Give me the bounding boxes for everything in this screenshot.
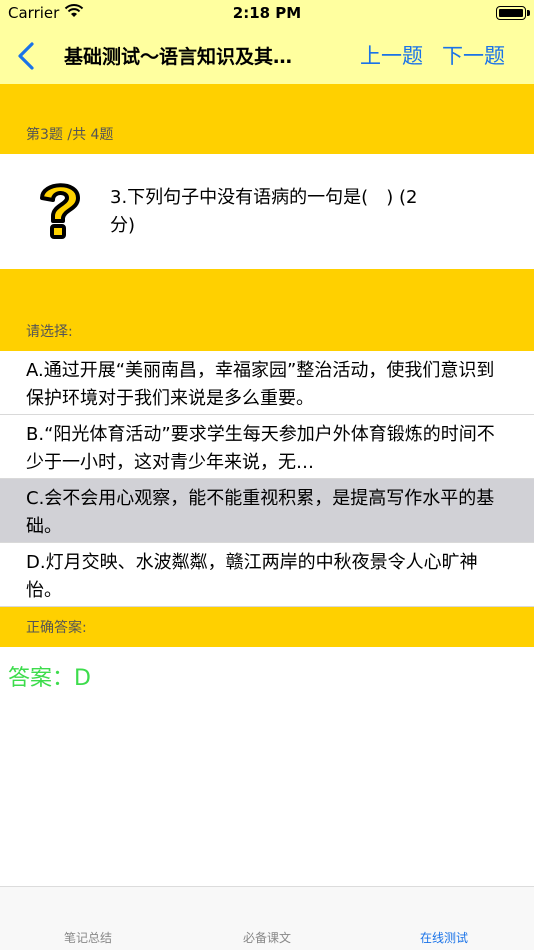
option-b[interactable]: B.“阳光体育活动”要求学生每天参加户外体育锻炼的时间不少于一小时，这对青少年来… [0,415,534,479]
progress-label: 第3题 /共 4题 [26,127,114,143]
choose-band: 请选择: [0,269,534,351]
option-c[interactable]: C.会不会用心观察，能不能重视积累，是提高写作水平的基础。 [0,479,534,543]
prev-question-button[interactable]: 上一题 [360,40,423,70]
options-list: A.通过开展“美丽南昌，幸福家园”整治活动，使我们意识到保护环境对于我们来说是多… [0,351,534,607]
navigation-bar: 基础测试～语言知识及其… 上一题 下一题 [0,28,534,84]
choose-label: 请选择: [26,324,73,340]
next-question-button[interactable]: 下一题 [442,40,505,70]
status-bar: Carrier 2:18 PM [0,0,534,28]
option-d-text: D.灯月交映、水波粼粼，赣江两岸的中秋夜景令人心旷神怡。 [26,552,478,601]
tab-texts[interactable]: 必备课文 [212,929,322,946]
tab-online-test[interactable]: 在线测试 [389,929,499,946]
progress-band: 第3题 /共 4题 [0,84,534,154]
option-c-text: C.会不会用心观察，能不能重视积累，是提高写作水平的基础。 [26,488,495,537]
option-a[interactable]: A.通过开展“美丽南昌，幸福家园”整治活动，使我们意识到保护环境对于我们来说是多… [0,351,534,415]
answer-band: 正确答案: [0,607,534,647]
tab-notes[interactable]: 笔记总结 [33,929,143,946]
page-title: 基础测试～语言知识及其… [64,46,293,68]
option-a-text: A.通过开展“美丽南昌，幸福家园”整治活动，使我们意识到保护环境对于我们来说是多… [26,360,495,409]
question-mark-icon [40,183,80,239]
answer-section-label: 正确答案: [26,620,87,636]
header-area: Carrier 2:18 PM 基础测试～语言知识及其… 上一题 下一题 [0,0,534,84]
option-b-text: B.“阳光体育活动”要求学生每天参加户外体育锻炼的时间不少于一小时，这对青少年来… [26,424,495,473]
answer-text: 答案：D [8,666,91,691]
tab-bar: 笔记总结 必备课文 在线测试 [0,886,534,950]
back-chevron-icon[interactable] [10,38,46,74]
option-d[interactable]: D.灯月交映、水波粼粼，赣江两岸的中秋夜景令人心旷神怡。 [0,543,534,607]
battery-icon [496,6,530,20]
question-text: 3.下列句子中没有语病的一句是( ) (2分) [110,187,418,236]
question-card: 3.下列句子中没有语病的一句是( ) (2分) [0,154,534,269]
status-time: 2:18 PM [232,4,302,22]
